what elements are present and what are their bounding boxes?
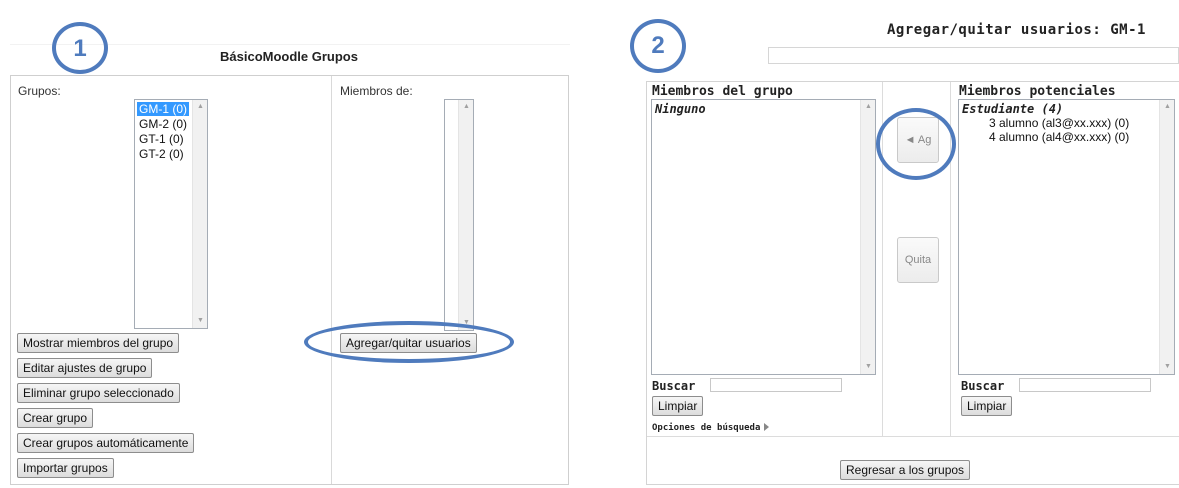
search-label: Buscar — [652, 379, 696, 393]
potential-members-header: Miembros potenciales — [959, 84, 1116, 99]
potential-members-scrollbar[interactable]: ▲ ▼ — [1159, 100, 1174, 374]
edit-group-button[interactable]: Editar ajustes de grupo — [17, 358, 153, 378]
potential-group-label: Estudiante (4) — [962, 102, 1064, 116]
search-input-2[interactable] — [1019, 378, 1151, 392]
scroll-up-icon[interactable]: ▲ — [459, 100, 473, 114]
scroll-down-icon[interactable]: ▼ — [193, 314, 207, 328]
groups-panel — [10, 75, 569, 485]
members-label: Miembros de: — [340, 84, 413, 98]
potential-user-option[interactable]: 4 alumno (al4@xx.xxx) (0) — [989, 130, 1129, 144]
search-options-label: Opciones de búsqueda — [652, 423, 761, 433]
create-group-button[interactable]: Crear grupo — [17, 408, 94, 428]
back-to-groups-button[interactable]: Regresar a los grupos — [840, 460, 971, 480]
members-listbox[interactable]: ▲ ▼ — [444, 99, 474, 331]
search-label-2: Buscar — [961, 379, 1005, 393]
group-members-listbox[interactable]: Ninguno ▲ ▼ — [651, 99, 876, 375]
import-groups-button[interactable]: Importar grupos — [17, 458, 114, 478]
step-1-number: 1 — [73, 35, 87, 62]
panel-divider — [331, 76, 332, 484]
group-members-header: Miembros del grupo — [652, 84, 793, 99]
scroll-down-icon[interactable]: ▼ — [1160, 360, 1174, 374]
empty-group-label: Ninguno — [655, 102, 706, 116]
group-option[interactable]: GT-1 (0) — [137, 132, 186, 146]
highlight-circle — [876, 108, 956, 180]
footer-divider — [647, 436, 1179, 437]
potential-members-listbox[interactable]: Estudiante (4) 3 alumno (al3@xx.xxx) (0)… — [958, 99, 1175, 375]
search-options-toggle[interactable]: Opciones de búsqueda — [652, 419, 770, 433]
scroll-up-icon[interactable]: ▲ — [193, 100, 207, 114]
header-bar — [768, 47, 1179, 64]
scroll-down-icon[interactable]: ▼ — [861, 360, 875, 374]
members-scrollbar[interactable]: ▲ ▼ — [458, 100, 473, 330]
group-option[interactable]: GT-2 (0) — [137, 147, 186, 161]
auto-create-groups-button[interactable]: Crear grupos automáticamente — [17, 433, 195, 453]
scroll-up-icon[interactable]: ▲ — [1160, 100, 1174, 114]
clear-button-2[interactable]: Limpiar — [961, 396, 1013, 416]
search-input[interactable] — [710, 378, 842, 392]
group-members-scrollbar[interactable]: ▲ ▼ — [860, 100, 875, 374]
step-1-badge: 1 — [52, 22, 108, 74]
group-option[interactable]: GM-1 (0) — [137, 102, 189, 116]
scroll-up-icon[interactable]: ▲ — [861, 100, 875, 114]
groups-scrollbar[interactable]: ▲ ▼ — [192, 100, 207, 328]
groups-label: Grupos: — [18, 84, 61, 98]
remove-member-button[interactable]: Quita — [897, 237, 939, 283]
expand-arrow-icon — [764, 422, 770, 431]
page-title-2: Agregar/quitar usuarios: GM-1 — [887, 22, 1146, 38]
step-2-number: 2 — [651, 32, 665, 59]
page-title: BásicoMoodle Grupos — [220, 49, 358, 64]
potential-user-option[interactable]: 3 alumno (al3@xx.xxx) (0) — [989, 116, 1129, 130]
delete-group-button[interactable]: Eliminar grupo seleccionado — [17, 383, 180, 403]
step-2-badge: 2 — [630, 19, 686, 73]
show-members-button[interactable]: Mostrar miembros del grupo — [17, 333, 180, 353]
highlight-oval — [304, 321, 514, 363]
clear-button[interactable]: Limpiar — [652, 396, 704, 416]
group-option[interactable]: GM-2 (0) — [137, 117, 189, 131]
groups-listbox[interactable]: GM-1 (0) GM-2 (0) GT-1 (0) GT-2 (0) ▲ ▼ — [134, 99, 208, 329]
